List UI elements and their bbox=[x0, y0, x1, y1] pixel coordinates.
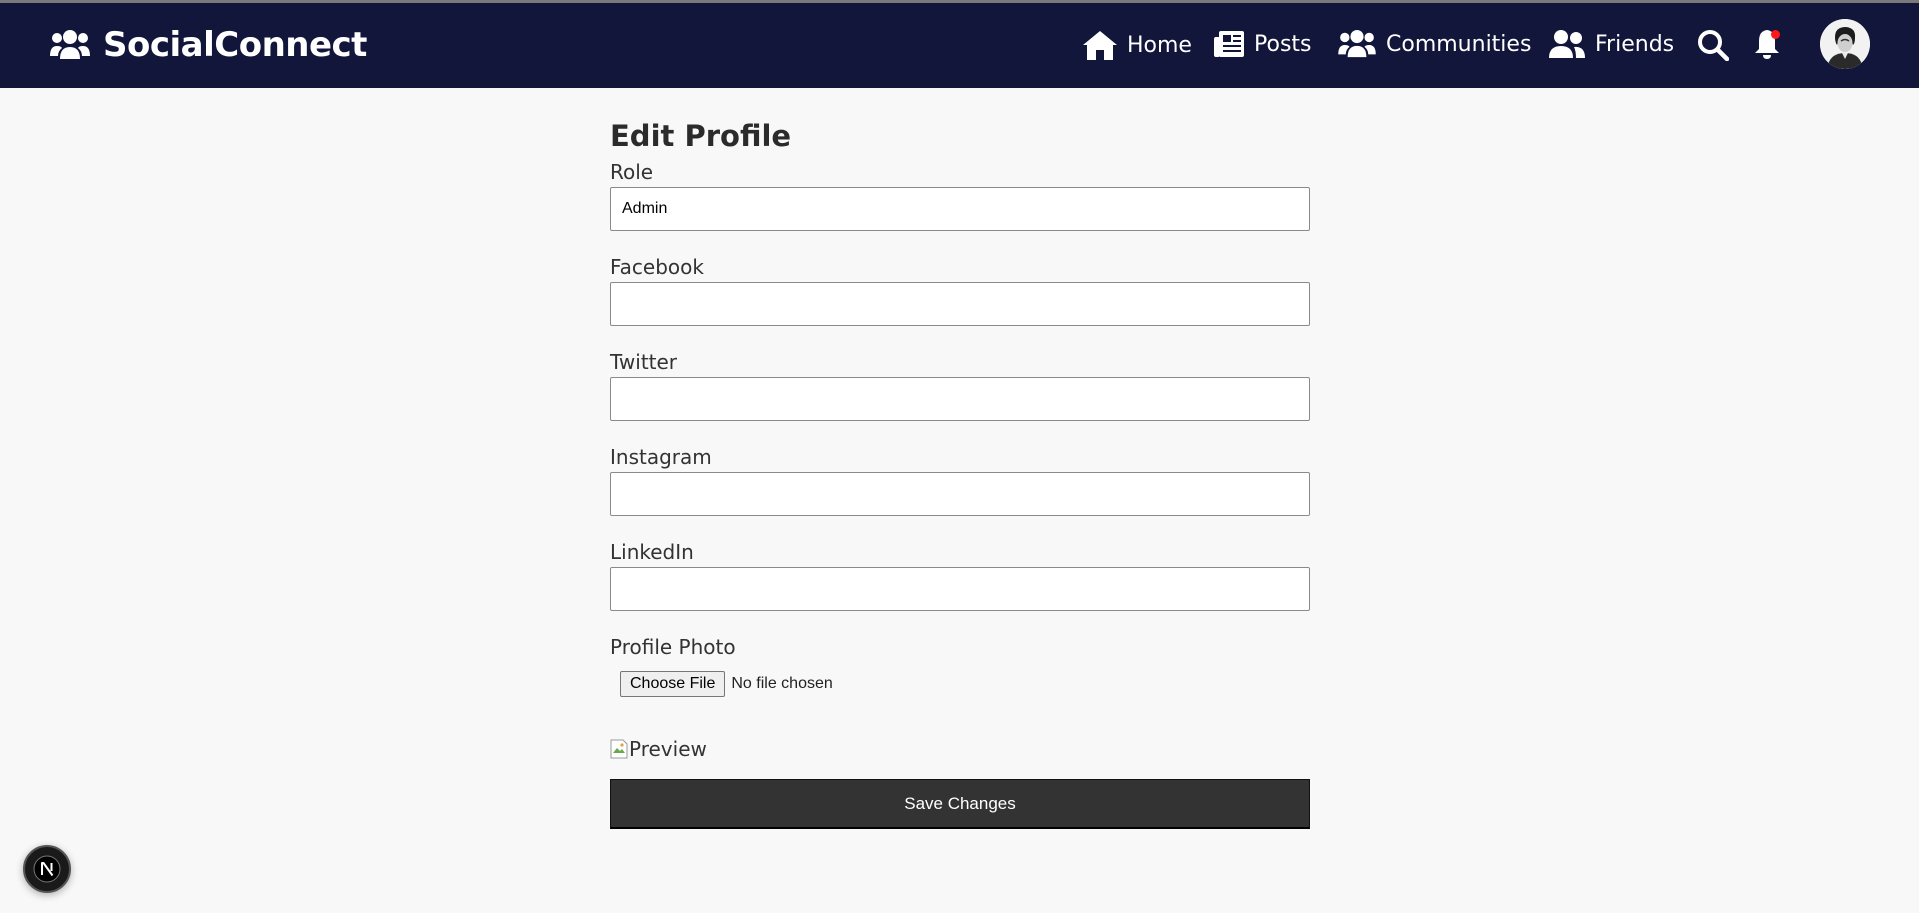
field-twitter: Twitter bbox=[610, 347, 1310, 421]
nav-communities-link[interactable]: Communities bbox=[1337, 29, 1531, 59]
nextjs-logo-icon bbox=[33, 855, 61, 883]
nav-posts-label: Posts bbox=[1254, 31, 1312, 57]
field-profile-photo: Profile Photo Choose File No file chosen bbox=[610, 632, 1310, 698]
save-changes-button[interactable]: Save Changes bbox=[610, 779, 1310, 829]
users-icon bbox=[1337, 29, 1377, 59]
notifications-button[interactable] bbox=[1752, 29, 1782, 62]
nav-communities-label: Communities bbox=[1386, 31, 1532, 57]
linkedin-input[interactable] bbox=[610, 567, 1310, 611]
profile-photo-label: Profile Photo bbox=[610, 635, 736, 659]
field-role: Role bbox=[610, 157, 1310, 231]
instagram-label: Instagram bbox=[610, 445, 712, 469]
top-navbar: SocialConnect Home Posts Communities Fri… bbox=[0, 3, 1919, 88]
nav-home-link[interactable]: Home bbox=[1082, 29, 1192, 61]
facebook-input[interactable] bbox=[610, 282, 1310, 326]
home-icon bbox=[1082, 29, 1118, 61]
nav-posts-link[interactable]: Posts bbox=[1213, 29, 1312, 59]
linkedin-label: LinkedIn bbox=[610, 540, 694, 564]
twitter-input[interactable] bbox=[610, 377, 1310, 421]
file-status: No file chosen bbox=[731, 675, 833, 692]
newspaper-icon bbox=[1213, 29, 1245, 59]
notification-dot bbox=[1771, 30, 1780, 39]
facebook-label: Facebook bbox=[610, 255, 704, 279]
nextjs-dev-badge[interactable] bbox=[23, 845, 71, 893]
users-icon bbox=[49, 29, 91, 61]
twitter-label: Twitter bbox=[610, 350, 678, 374]
field-linkedin: LinkedIn bbox=[610, 537, 1310, 611]
field-instagram: Instagram bbox=[610, 442, 1310, 516]
brand-logo-link[interactable]: SocialConnect bbox=[49, 22, 367, 68]
role-label: Role bbox=[610, 160, 654, 184]
photo-preview: Preview bbox=[610, 736, 1310, 762]
nav-friends-label: Friends bbox=[1595, 31, 1675, 57]
page-title: Edit Profile bbox=[610, 119, 792, 153]
search-icon bbox=[1697, 29, 1730, 66]
brand-name: SocialConnect bbox=[103, 25, 367, 65]
avatar[interactable] bbox=[1820, 19, 1870, 69]
file-picker: Choose File No file chosen bbox=[610, 670, 1310, 698]
user-friends-icon bbox=[1548, 29, 1586, 59]
choose-file-button[interactable]: Choose File bbox=[620, 671, 726, 697]
search-button[interactable] bbox=[1697, 29, 1730, 66]
nav-friends-link[interactable]: Friends bbox=[1548, 29, 1674, 59]
instagram-input[interactable] bbox=[610, 472, 1310, 516]
broken-image-icon bbox=[610, 739, 628, 759]
preview-alt-text: Preview bbox=[629, 737, 707, 761]
nav-home-label: Home bbox=[1127, 32, 1192, 58]
field-facebook: Facebook bbox=[610, 252, 1310, 326]
role-input[interactable] bbox=[610, 187, 1310, 231]
edit-profile-form: Edit Profile Role Facebook Twitter Insta… bbox=[610, 115, 1310, 829]
user-avatar-icon bbox=[1820, 19, 1870, 69]
